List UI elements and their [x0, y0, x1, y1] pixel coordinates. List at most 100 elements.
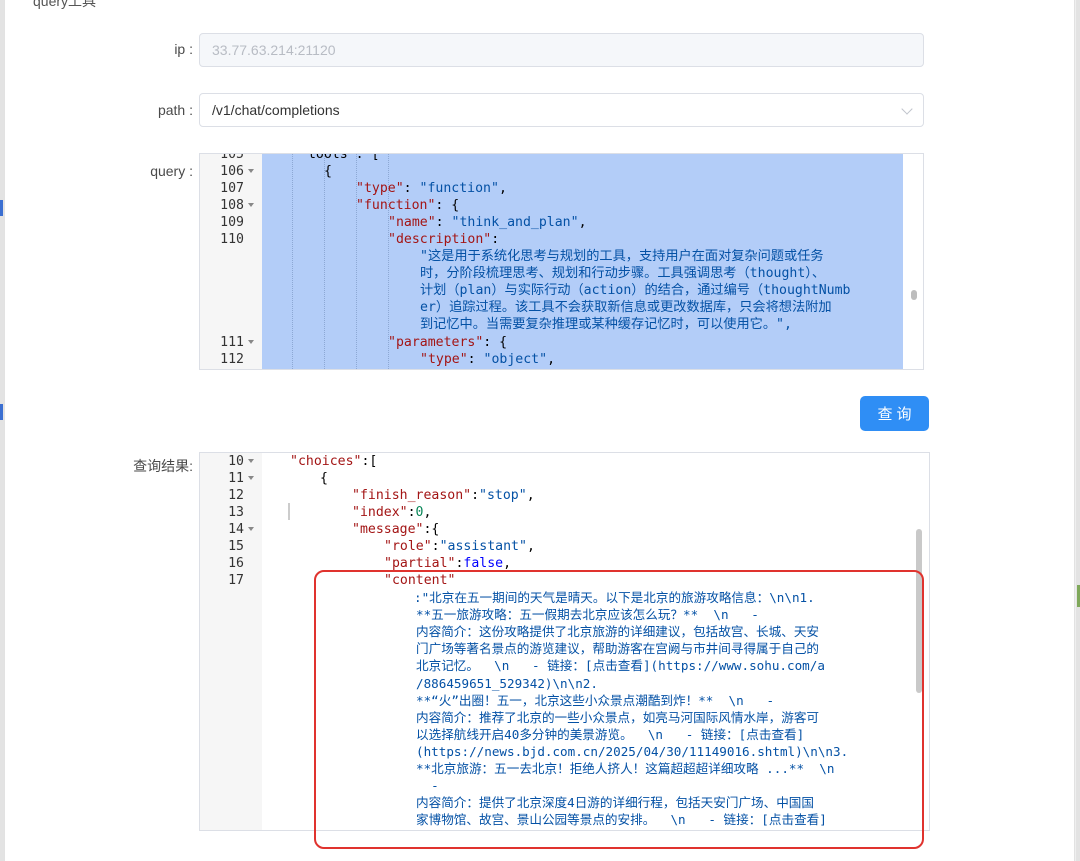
- line-number: 109: [220, 215, 244, 230]
- line-number: 13: [228, 505, 244, 520]
- code-line: 105 "tools": [: [200, 153, 923, 163]
- code-text: "role":"assistant",: [384, 538, 535, 555]
- json-punct: ,: [526, 539, 535, 554]
- json-punct: {: [451, 198, 460, 213]
- code-text: "index":0,: [352, 504, 431, 521]
- json-key: "parameters": [388, 335, 484, 350]
- code-line: 109 "name": "think_and_plan",: [200, 214, 923, 231]
- code-line: 10 "choices":[: [200, 453, 929, 470]
- json-key: "choices": [290, 454, 362, 469]
- code-text: {: [320, 470, 328, 487]
- description-text: er）追踪过程。该工具不会获取新信息或更改数据库，只会将想法附加: [420, 300, 832, 315]
- description-text: 时，分阶段梳理思考、规划和行动步骤。工具强调思考（thought）、: [420, 266, 826, 281]
- code-text: "type": "object",: [420, 351, 555, 368]
- json-sep: :: [403, 181, 420, 196]
- result-editor-scrollbar[interactable]: [916, 529, 922, 693]
- json-sep: :: [407, 505, 416, 520]
- content-text: -: [416, 778, 439, 794]
- line-number: 108: [220, 198, 244, 213]
- query-editor-scrollbar[interactable]: [911, 290, 917, 300]
- content-text: 以选择航线开启40多分钟的美景游览。 \n - 链接：[点击查看]: [416, 726, 805, 742]
- content-text: **北京旅游：五一去北京！拒绝人挤人！这篇超超超详细攻略 ...** \n: [416, 761, 835, 776]
- line-number: 110: [220, 232, 244, 247]
- line-number: 12: [228, 488, 244, 503]
- ip-value: 33.77.63.214:21120: [212, 42, 336, 58]
- json-punct: ,: [578, 215, 587, 230]
- json-string: "function": [419, 181, 499, 196]
- query-label: query :: [150, 163, 193, 179]
- json-punct: ,: [503, 556, 512, 571]
- code-line: 16 "partial":false,: [200, 555, 929, 572]
- content-text: :"北京在五一期间的天气是晴天。以下是北京的旅游攻略信息：\n\n1.: [414, 590, 815, 605]
- result-label: 查询结果:: [133, 458, 193, 474]
- code-line: 111 "parameters": {: [200, 334, 923, 351]
- fold-arrow-icon[interactable]: [248, 340, 254, 344]
- json-key: "type": [420, 352, 468, 367]
- code-text: "partial":false,: [384, 555, 511, 572]
- fold-arrow-icon[interactable]: [248, 527, 254, 531]
- result-editor[interactable]: 10 "choices":[11{12 "finish_reason":"stop"…: [199, 452, 930, 831]
- json-punct: ,: [547, 352, 556, 367]
- json-sep: :: [483, 335, 500, 350]
- json-punct: ,: [423, 505, 432, 520]
- code-line: 14 "message":{: [200, 521, 929, 538]
- query-button[interactable]: 查询: [860, 396, 929, 431]
- line-number: 17: [228, 573, 244, 588]
- content-text: **“火”出圈！五一，北京这些小众景点潮酷到炸！** \n -: [416, 692, 775, 708]
- json-key: "finish_reason": [352, 488, 472, 503]
- code-text: {: [324, 163, 332, 180]
- json-key: "content": [384, 573, 456, 588]
- json-sep: :: [435, 198, 452, 213]
- code-line: 108 "function": {: [200, 197, 923, 214]
- line-number: 15: [228, 539, 244, 554]
- line-number: 10: [228, 454, 244, 469]
- json-key: "role": [384, 539, 432, 554]
- fold-arrow-icon[interactable]: [248, 203, 254, 207]
- fold-arrow-icon[interactable]: [248, 459, 254, 463]
- code-text: "description":: [388, 231, 499, 248]
- code-line: 12 "finish_reason":"stop",: [200, 487, 929, 504]
- json-string: "stop": [479, 488, 527, 503]
- line-number: 14: [228, 522, 244, 537]
- json-key: "function": [356, 198, 436, 213]
- ip-input[interactable]: 33.77.63.214:21120: [199, 33, 924, 67]
- json-punct: ,: [526, 488, 535, 503]
- description-text: 到记忆中。当需要复杂推理或某种缓存记忆时，可以使用它。",: [420, 317, 792, 332]
- json-key: "type": [356, 181, 404, 196]
- query-editor[interactable]: 105 "tools": [106{107 "type": "function", 1…: [199, 153, 924, 370]
- json-boolean: false: [463, 556, 504, 571]
- code-text: "parameters": {: [388, 334, 507, 351]
- content-text: 内容简介：这份攻略提供了北京旅游的详细建议，包括故宫、长城、天安: [416, 624, 819, 640]
- json-string: "object": [483, 352, 548, 367]
- json-punct: [: [369, 454, 378, 469]
- background-accent: [0, 200, 3, 216]
- json-key: "partial": [384, 556, 456, 571]
- json-key: "message": [352, 522, 424, 537]
- code-text: "content": [384, 572, 455, 589]
- code-token: "tools": [: [300, 153, 380, 162]
- line-number: 106: [220, 164, 244, 179]
- code-text: "message":{: [352, 521, 439, 538]
- code-token: {: [324, 164, 332, 179]
- description-text: "这是用于系统化思考与规划的工具，支持用户在面对复杂问题或任务: [420, 249, 824, 264]
- json-key: "index": [352, 505, 408, 520]
- chevron-down-icon[interactable]: [901, 103, 913, 115]
- json-punct: ,: [498, 181, 507, 196]
- fold-arrow-icon[interactable]: [248, 476, 254, 480]
- json-sep: :: [491, 232, 500, 247]
- path-value: /v1/chat/completions: [212, 102, 340, 118]
- code-line: 13 "index":0,: [200, 504, 929, 521]
- line-number: 11: [228, 471, 244, 486]
- json-sep: :: [467, 352, 484, 367]
- fold-arrow-icon[interactable]: [248, 169, 254, 173]
- content-text: 内容简介：推荐了北京的一些小众景点，如亮马河国际风情水岸，游客可: [416, 709, 819, 725]
- path-select[interactable]: /v1/chat/completions: [199, 93, 924, 127]
- ip-label: ip :: [174, 41, 193, 57]
- json-key: "name": [388, 215, 436, 230]
- background-accent: [0, 404, 3, 420]
- content-text: 家博物馆、故宫、景山公园等景点的安排。 \n - 链接：[点击查看]: [416, 812, 827, 828]
- code-text: "finish_reason":"stop",: [352, 487, 535, 504]
- content-text: /886459651_529342)\n\n2.: [416, 675, 598, 691]
- content-text: **五一旅游攻略：五一假期去北京应该怎么玩？** \n -: [416, 607, 759, 623]
- json-sep: :: [471, 488, 480, 503]
